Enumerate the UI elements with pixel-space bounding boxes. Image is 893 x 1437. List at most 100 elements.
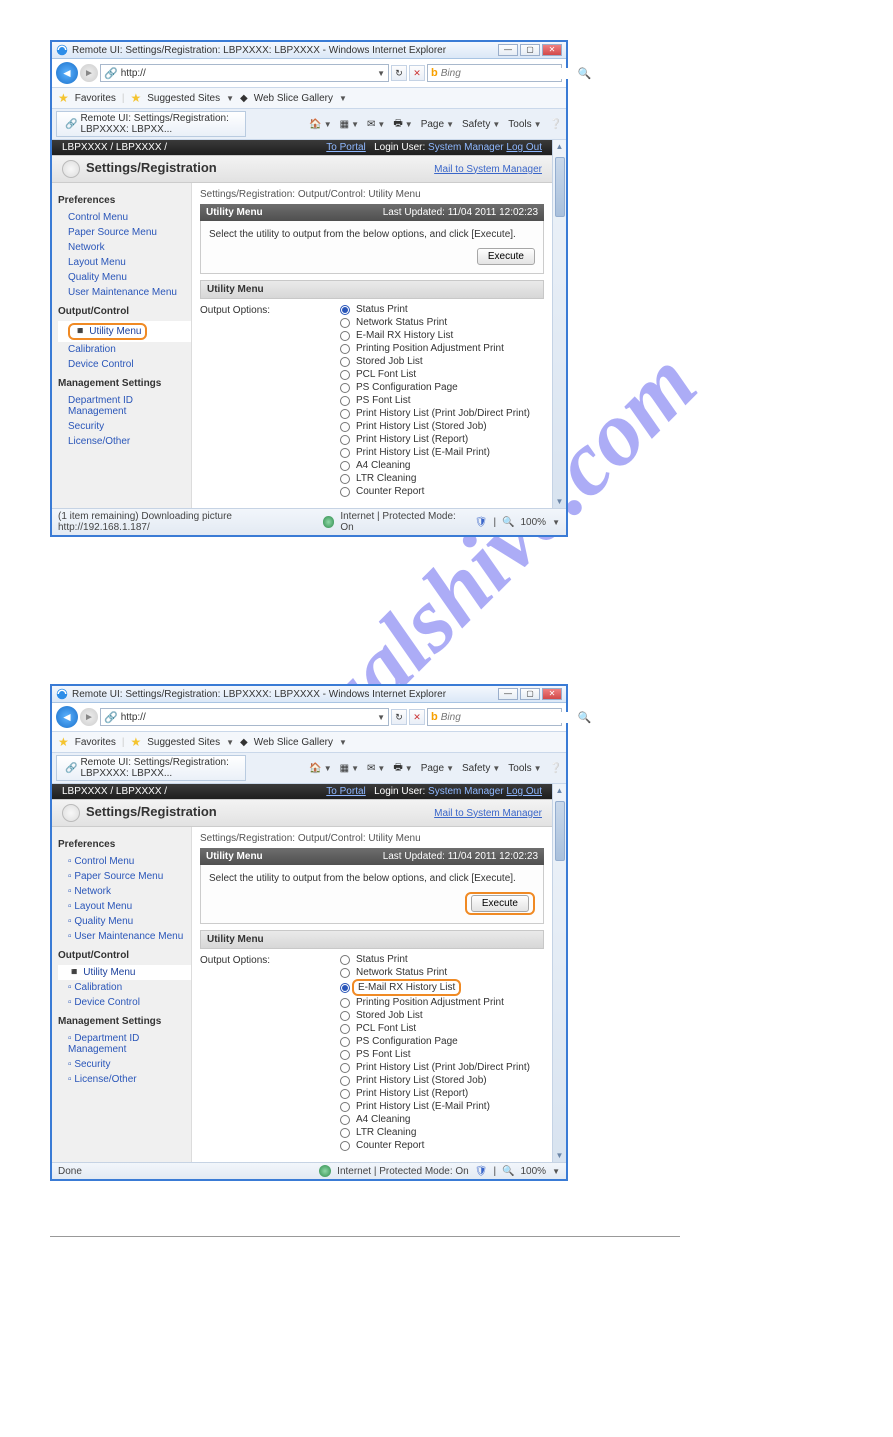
radio-option[interactable]: Print History List (E-Mail Print): [340, 446, 530, 459]
radio-input[interactable]: [340, 1141, 350, 1151]
radio-option[interactable]: E-Mail RX History List: [340, 979, 530, 996]
browser-tab[interactable]: 🔗 Remote UI: Settings/Registration: LBPX…: [56, 111, 246, 137]
radio-input[interactable]: [340, 448, 350, 458]
sidebar-item-quality[interactable]: Quality Menu: [58, 270, 191, 285]
radio-option[interactable]: Print History List (E-Mail Print): [340, 1100, 530, 1113]
radio-option[interactable]: Print History List (Report): [340, 1087, 530, 1100]
favorites-star-icon[interactable]: ★: [58, 735, 69, 749]
radio-input[interactable]: [340, 1128, 350, 1138]
maximize-button[interactable]: ▢: [520, 688, 540, 700]
to-portal-link[interactable]: To Portal: [326, 786, 365, 797]
radio-option[interactable]: Stored Job List: [340, 1009, 530, 1022]
url-dropdown-icon[interactable]: ▼: [377, 69, 385, 78]
close-button[interactable]: ✕: [542, 688, 562, 700]
radio-option[interactable]: Print History List (Stored Job): [340, 420, 530, 433]
mail-icon[interactable]: ✉▼: [367, 119, 385, 130]
sidebar-item-quality[interactable]: ▫ Quality Menu: [58, 914, 191, 929]
search-icon[interactable]: 🔍: [578, 711, 592, 724]
sidebar-item-control-menu[interactable]: Control Menu: [58, 210, 191, 225]
radio-input[interactable]: [340, 435, 350, 445]
radio-option[interactable]: Counter Report: [340, 485, 530, 498]
safety-menu[interactable]: Safety▼: [462, 119, 500, 130]
sidebar-item-network[interactable]: Network: [58, 240, 191, 255]
refresh-button[interactable]: ↻: [391, 709, 407, 725]
minimize-button[interactable]: —: [498, 44, 518, 56]
sidebar-item-layout[interactable]: ▫ Layout Menu: [58, 899, 191, 914]
feeds-icon[interactable]: ▦▼: [340, 119, 359, 130]
sidebar-item-utility-menu[interactable]: ◾ Utility Menu: [58, 965, 191, 980]
scroll-thumb[interactable]: [555, 157, 565, 217]
forward-button[interactable]: ►: [80, 708, 98, 726]
radio-option[interactable]: PS Font List: [340, 1048, 530, 1061]
web-slice-link[interactable]: Web Slice Gallery: [254, 737, 333, 748]
radio-option[interactable]: A4 Cleaning: [340, 459, 530, 472]
close-button[interactable]: ✕: [542, 44, 562, 56]
radio-input[interactable]: [340, 1115, 350, 1125]
to-portal-link[interactable]: To Portal: [326, 142, 365, 153]
sidebar-item-paper-source[interactable]: Paper Source Menu: [58, 225, 191, 240]
radio-input[interactable]: [340, 409, 350, 419]
url-dropdown-icon[interactable]: ▼: [377, 713, 385, 722]
radio-option[interactable]: LTR Cleaning: [340, 1126, 530, 1139]
radio-input[interactable]: [340, 357, 350, 367]
scroll-down-icon[interactable]: ▼: [556, 495, 564, 508]
favorites-label[interactable]: Favorites: [75, 93, 116, 104]
mail-icon[interactable]: ✉▼: [367, 763, 385, 774]
search-icon[interactable]: 🔍: [578, 67, 592, 80]
radio-option[interactable]: PS Configuration Page: [340, 1035, 530, 1048]
radio-input[interactable]: [340, 1024, 350, 1034]
radio-input[interactable]: [340, 1011, 350, 1021]
mail-to-manager-link[interactable]: Mail to System Manager: [434, 808, 542, 819]
stop-button[interactable]: ✕: [409, 709, 425, 725]
radio-input[interactable]: [340, 344, 350, 354]
search-input[interactable]: [441, 68, 575, 79]
sidebar-item-calibration[interactable]: Calibration: [58, 342, 191, 357]
radio-input[interactable]: [340, 383, 350, 393]
radio-input[interactable]: [340, 461, 350, 471]
url-input[interactable]: [121, 68, 374, 79]
radio-option[interactable]: Print History List (Stored Job): [340, 1074, 530, 1087]
radio-input[interactable]: [340, 998, 350, 1008]
radio-input[interactable]: [340, 1063, 350, 1073]
print-icon[interactable]: 🖶▼: [393, 116, 412, 133]
zoom-icon[interactable]: 🔍: [502, 517, 514, 528]
sidebar-item-security[interactable]: Security: [58, 419, 191, 434]
tools-menu[interactable]: Tools▼: [508, 763, 541, 774]
radio-option[interactable]: Status Print: [340, 303, 530, 316]
sidebar-item-device-control[interactable]: Device Control: [58, 357, 191, 372]
sidebar-item-license[interactable]: ▫ License/Other: [58, 1072, 191, 1087]
radio-input[interactable]: [340, 955, 350, 965]
stop-button[interactable]: ✕: [409, 65, 425, 81]
print-icon[interactable]: 🖶▼: [393, 760, 412, 777]
url-input[interactable]: [121, 712, 374, 723]
radio-option[interactable]: Print History List (Print Job/Direct Pri…: [340, 1061, 530, 1074]
radio-option[interactable]: Status Print: [340, 953, 530, 966]
radio-option[interactable]: Counter Report: [340, 1139, 530, 1152]
radio-option[interactable]: PS Font List: [340, 394, 530, 407]
zoom-dropdown-icon[interactable]: ▼: [552, 518, 560, 527]
minimize-button[interactable]: —: [498, 688, 518, 700]
radio-option[interactable]: Print History List (Print Job/Direct Pri…: [340, 407, 530, 420]
favorites-star-icon[interactable]: ★: [58, 91, 69, 105]
radio-option[interactable]: Print History List (Report): [340, 433, 530, 446]
sidebar-item-dept-id[interactable]: Department ID Management: [58, 393, 191, 419]
sidebar-item-license[interactable]: License/Other: [58, 434, 191, 449]
scroll-down-icon[interactable]: ▼: [556, 1149, 564, 1162]
zoom-dropdown-icon[interactable]: ▼: [552, 1167, 560, 1176]
address-bar[interactable]: 🔗 ▼: [100, 64, 389, 82]
help-icon[interactable]: ❔: [550, 119, 562, 130]
search-input[interactable]: [441, 712, 575, 723]
radio-option[interactable]: Printing Position Adjustment Print: [340, 996, 530, 1009]
suggested-sites-link[interactable]: Suggested Sites: [147, 93, 220, 104]
safety-menu[interactable]: Safety▼: [462, 763, 500, 774]
scroll-up-icon[interactable]: ▲: [556, 784, 564, 797]
refresh-button[interactable]: ↻: [391, 65, 407, 81]
logout-link[interactable]: Log Out: [506, 786, 542, 797]
search-box[interactable]: b 🔍: [427, 64, 562, 82]
radio-input[interactable]: [340, 370, 350, 380]
radio-input[interactable]: [340, 422, 350, 432]
radio-option[interactable]: Printing Position Adjustment Print: [340, 342, 530, 355]
sidebar-item-security[interactable]: ▫ Security: [58, 1057, 191, 1072]
page-menu[interactable]: Page▼: [421, 119, 454, 130]
tools-menu[interactable]: Tools▼: [508, 119, 541, 130]
